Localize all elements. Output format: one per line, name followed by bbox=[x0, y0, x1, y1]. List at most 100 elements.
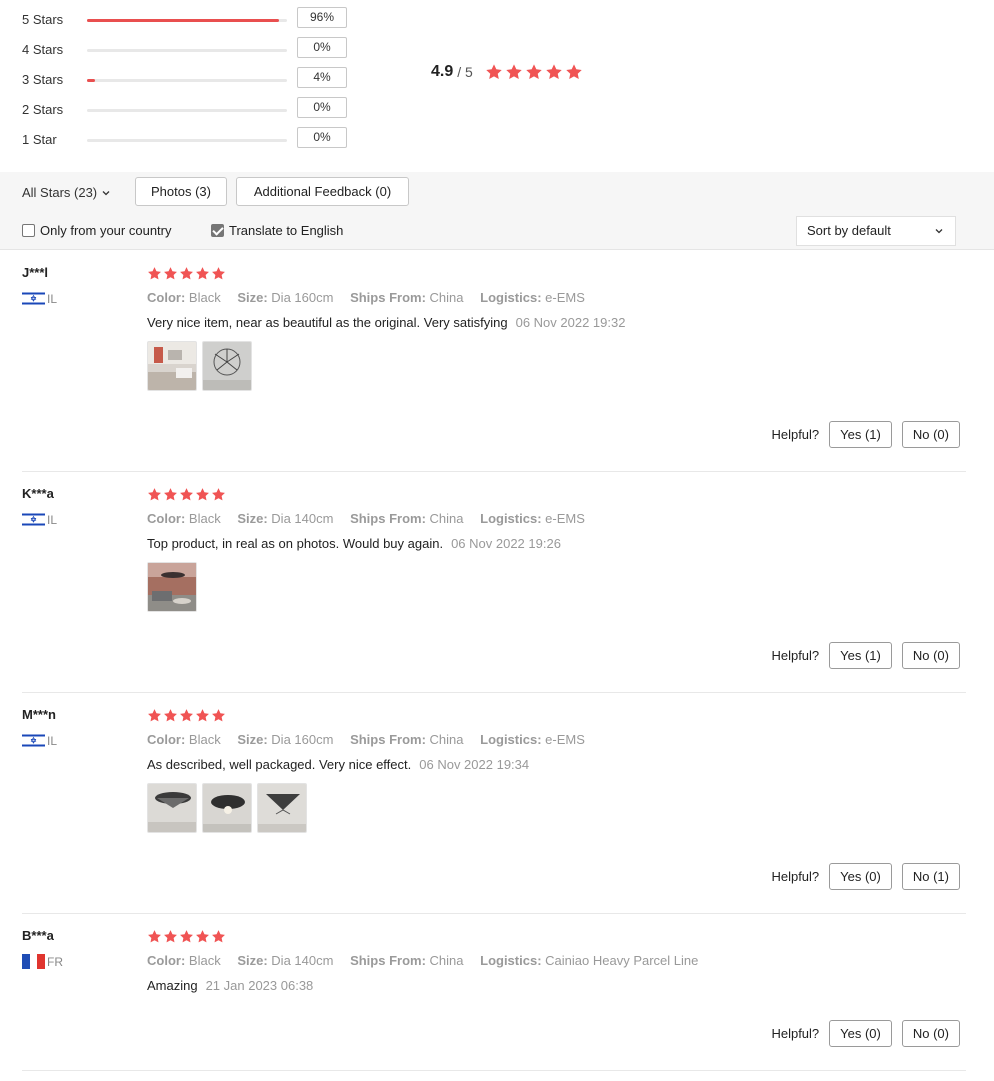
overall-stars bbox=[485, 63, 583, 81]
review-photo-thumbnail[interactable] bbox=[202, 341, 252, 391]
histogram-fill bbox=[87, 79, 95, 82]
review-body: Very nice item, near as beautiful as the… bbox=[147, 315, 508, 330]
ships-from-value: China bbox=[429, 511, 464, 526]
color-value: Black bbox=[188, 732, 221, 747]
star-icon bbox=[526, 64, 542, 80]
histogram-percent: 96% bbox=[297, 7, 347, 28]
size-label: Size: bbox=[237, 511, 268, 526]
review-item: M***n IL Color: Black Size: Dia 160cm Sh… bbox=[0, 693, 994, 914]
helpful-yes-button[interactable]: Yes (1) bbox=[829, 642, 892, 669]
helpful-label: Helpful? bbox=[771, 427, 820, 442]
only-country-checkbox[interactable]: Only from your country bbox=[22, 223, 172, 238]
review-date: 06 Nov 2022 19:26 bbox=[451, 536, 561, 551]
histogram-row-4[interactable]: 4 Stars 0% bbox=[0, 36, 360, 66]
histogram-track bbox=[87, 49, 287, 52]
histogram-label: 3 Stars bbox=[22, 72, 64, 87]
helpful-no-button[interactable]: No (0) bbox=[901, 1020, 960, 1047]
review-text: Amazing 21 Jan 2023 06:38 bbox=[147, 978, 313, 993]
helpful-no-button[interactable]: No (0) bbox=[901, 642, 960, 669]
sort-select[interactable]: Sort by default bbox=[796, 216, 956, 246]
review-photo-thumbnail[interactable] bbox=[257, 783, 307, 833]
size-value: Dia 160cm bbox=[271, 732, 334, 747]
helpful-yes-button[interactable]: Yes (0) bbox=[829, 863, 892, 890]
helpful-label: Helpful? bbox=[771, 648, 820, 663]
country-code: IL bbox=[47, 512, 58, 527]
ships-from-label: Ships From: bbox=[350, 953, 426, 968]
star-icon bbox=[164, 709, 177, 722]
histogram-row-3[interactable]: 3 Stars 4% bbox=[0, 66, 360, 96]
review-photo-thumbnail[interactable] bbox=[147, 341, 197, 391]
all-stars-dropdown[interactable]: All Stars (23) bbox=[22, 185, 110, 200]
review-attributes: Color: Black Size: Dia 160cm Ships From:… bbox=[147, 290, 585, 305]
translate-checkbox[interactable]: Translate to English bbox=[211, 223, 343, 238]
review-body: Amazing bbox=[147, 978, 198, 993]
histogram-track bbox=[87, 19, 287, 22]
helpful-yes-button[interactable]: Yes (0) bbox=[829, 1020, 892, 1047]
review-item: K***a IL Color: Black Size: Dia 140cm Sh… bbox=[0, 472, 994, 693]
lamp-photo-image bbox=[148, 784, 196, 832]
helpful-no-button[interactable]: No (1) bbox=[901, 863, 960, 890]
review-date: 06 Nov 2022 19:34 bbox=[419, 757, 530, 772]
review-body: Top product, in real as on photos. Would… bbox=[147, 536, 444, 551]
histogram-label: 4 Stars bbox=[22, 42, 64, 57]
color-label: Color: bbox=[147, 732, 186, 747]
review-stars bbox=[147, 708, 226, 723]
review-attributes: Color: Black Size: Dia 140cm Ships From:… bbox=[147, 953, 698, 968]
review-divider bbox=[22, 1070, 966, 1071]
review-photos bbox=[147, 562, 197, 612]
histogram-percent: 4% bbox=[297, 67, 347, 88]
checkbox-checked[interactable] bbox=[211, 224, 224, 237]
country-code: IL bbox=[47, 733, 58, 748]
checkbox-unchecked[interactable] bbox=[22, 224, 35, 237]
reviewer-name: K***a bbox=[22, 486, 54, 501]
helpful-controls: Helpful? Yes (0) No (0) bbox=[771, 1020, 960, 1047]
histogram-row-2[interactable]: 2 Stars 0% bbox=[0, 96, 360, 126]
rating-summary: 5 Stars 96% 4 Stars 0% 3 Stars 4% 2 Star… bbox=[0, 0, 994, 172]
helpful-controls: Helpful? Yes (1) No (0) bbox=[771, 642, 960, 669]
review-photos bbox=[147, 783, 307, 833]
review-photo-thumbnail[interactable] bbox=[147, 562, 197, 612]
star-icon bbox=[196, 267, 209, 280]
ships-from-label: Ships From: bbox=[350, 732, 426, 747]
logistics-value: Cainiao Heavy Parcel Line bbox=[545, 953, 699, 968]
star-icon bbox=[148, 930, 161, 943]
review-item: J***l IL Color: Black Size: Dia 160cm Sh… bbox=[0, 251, 994, 472]
ships-from-value: China bbox=[429, 732, 464, 747]
color-label: Color: bbox=[147, 953, 186, 968]
size-value: Dia 140cm bbox=[271, 953, 334, 968]
star-icon bbox=[180, 930, 193, 943]
filter-bar: All Stars (23) Photos (3) Additional Fee… bbox=[0, 172, 994, 250]
lamp-photo-image bbox=[203, 784, 251, 832]
only-country-label: Only from your country bbox=[40, 223, 172, 238]
overall-out-of: / 5 bbox=[457, 64, 473, 80]
country-code: IL bbox=[47, 291, 58, 306]
logistics-value: e-EMS bbox=[545, 511, 585, 526]
histogram-percent: 0% bbox=[297, 97, 347, 118]
helpful-controls: Helpful? Yes (0) No (1) bbox=[771, 863, 960, 890]
review-stars bbox=[147, 266, 226, 281]
photos-filter-button[interactable]: Photos (3) bbox=[135, 177, 227, 206]
lamp-photo-image bbox=[203, 342, 251, 390]
ships-from-value: China bbox=[429, 290, 464, 305]
overall-score: 4.9 bbox=[431, 63, 454, 80]
ships-from-value: China bbox=[429, 953, 464, 968]
helpful-yes-button[interactable]: Yes (1) bbox=[829, 421, 892, 448]
histogram-label: 1 Star bbox=[22, 132, 57, 147]
additional-feedback-button[interactable]: Additional Feedback (0) bbox=[236, 177, 409, 206]
histogram-row-5[interactable]: 5 Stars 96% bbox=[0, 6, 360, 36]
reviewer-name: J***l bbox=[22, 265, 49, 280]
star-icon bbox=[164, 488, 177, 501]
histogram-row-1[interactable]: 1 Star 0% bbox=[0, 126, 360, 156]
review-text: Top product, in real as on photos. Would… bbox=[147, 536, 561, 551]
reviewer-name: B***a bbox=[22, 928, 54, 943]
room-photo-image bbox=[148, 342, 196, 390]
review-photo-thumbnail[interactable] bbox=[147, 783, 197, 833]
star-icon bbox=[196, 488, 209, 501]
chevron-down-icon bbox=[102, 190, 110, 195]
histogram-fill bbox=[87, 19, 279, 22]
review-item: B***a FR Color: Black Size: Dia 140cm Sh… bbox=[0, 914, 994, 1074]
review-text: As described, well packaged. Very nice e… bbox=[147, 757, 529, 772]
star-icon bbox=[212, 267, 225, 280]
helpful-no-button[interactable]: No (0) bbox=[901, 421, 960, 448]
review-photo-thumbnail[interactable] bbox=[202, 783, 252, 833]
